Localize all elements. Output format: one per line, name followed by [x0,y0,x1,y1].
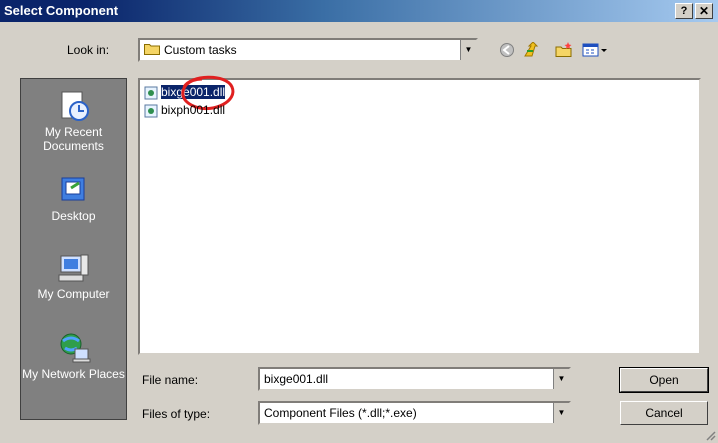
title-bar[interactable]: Select Component ? ✕ [0,0,718,22]
place-label: My Computer [37,287,110,301]
network-places-icon [60,333,90,363]
new-folder-icon[interactable] [555,42,573,58]
places-bar: My Recent Documents Desktop My Computer [20,78,127,420]
up-folder-icon[interactable] [523,42,541,58]
desktop-icon [61,177,84,201]
file-item[interactable]: bixge001.dll [144,75,235,110]
file-name: bixph001.dll [161,103,226,117]
dll-file-icon [144,86,158,100]
open-button[interactable]: Open [619,367,709,393]
recent-documents-icon [61,91,89,121]
back-icon[interactable] [498,42,516,58]
my-computer-icon [58,254,88,282]
place-desktop[interactable]: Desktop [21,173,126,223]
file-item[interactable]: bixph001.dll [144,102,225,118]
files-of-type-label: Files of type: [142,407,211,421]
help-button[interactable]: ? [675,3,693,19]
look-in-combo[interactable]: Custom tasks ▼ [138,38,478,62]
window-title: Select Component [4,3,119,18]
dll-file-icon [144,104,158,118]
file-name: bixge001.dll [159,84,227,100]
place-recent-documents[interactable]: My Recent Documents [21,89,126,153]
file-name-input[interactable]: bixge001.dll [264,372,328,386]
look-in-label: Look in: [67,43,110,57]
place-label: My Network Places [22,367,125,381]
close-button[interactable]: ✕ [695,3,713,19]
resize-grip-icon[interactable] [704,429,716,441]
cancel-button[interactable]: Cancel [620,401,708,425]
place-network[interactable]: My Network Places [21,331,126,381]
look-in-value: Custom tasks [164,43,237,57]
files-of-type-combo[interactable]: Component Files (*.dll;*.exe) ▼ [258,401,571,425]
place-my-computer[interactable]: My Computer [21,251,126,301]
folder-icon [144,44,160,55]
views-menu-icon[interactable] [582,42,608,58]
files-of-type-value: Component Files (*.dll;*.exe) [264,406,417,420]
chevron-down-icon[interactable]: ▼ [460,40,476,60]
place-label: My Recent Documents [43,125,104,153]
file-name-label: File name: [142,373,199,387]
chevron-down-icon[interactable]: ▼ [553,369,569,389]
chevron-down-icon[interactable]: ▼ [553,403,569,423]
file-list[interactable]: bixge001.dll bixph001.dll [138,75,701,355]
place-label: Desktop [51,209,96,223]
select-component-dialog: Select Component ? ✕ Look in: Custom tas… [0,0,718,443]
file-name-combo[interactable]: bixge001.dll ▼ [258,367,571,391]
